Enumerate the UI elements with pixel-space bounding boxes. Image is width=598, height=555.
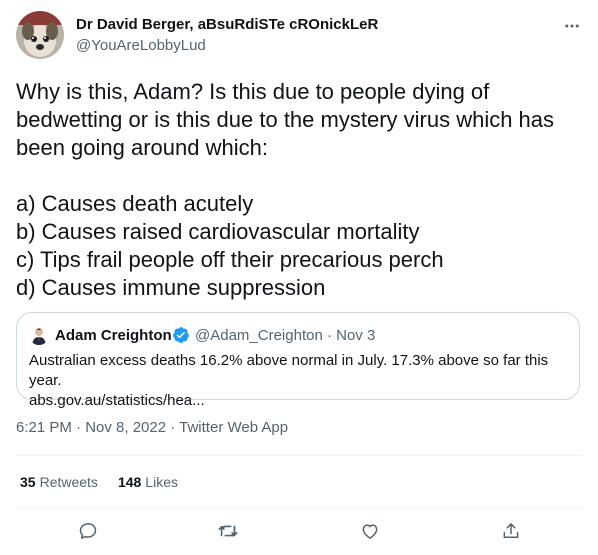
quoted-tweet[interactable]: Adam Creighton @Adam_Creighton · Nov 3 A… (16, 312, 580, 409)
tweet-line: been going around which: (16, 135, 268, 160)
verified-badge-icon (172, 326, 190, 344)
tweet-list-item: a) Causes death acutely (16, 191, 254, 216)
author-handle[interactable]: @YouAreLobbyLud (76, 37, 206, 54)
author-name[interactable]: Dr David Berger, aBsuRdiSTe cROnickLeR (76, 16, 378, 33)
tweet-list: a) Causes death acutely b) Causes raised… (16, 190, 586, 302)
quoted-handle-date[interactable]: @Adam_Creighton · Nov 3 (195, 327, 375, 344)
more-icon[interactable] (562, 16, 582, 36)
retweets-stat[interactable]: 35 Retweets (20, 474, 98, 490)
tweet-paragraph: Why is this, Adam? Is this due to people… (16, 78, 586, 162)
tweet: Dr David Berger, aBsuRdiSTe cROnickLeR @… (0, 0, 598, 555)
tweet-line: Why is this, Adam? Is this due to people… (16, 79, 490, 104)
quoted-link[interactable]: abs.gov.au/statistics/hea... (29, 391, 574, 411)
author-avatar[interactable] (16, 11, 64, 59)
divider (16, 508, 582, 509)
likes-stat[interactable]: 148 Likes (118, 474, 178, 490)
tweet-line: bedwetting or is this due to the mystery… (16, 107, 555, 132)
likes-count: 148 (117, 474, 142, 490)
like-icon[interactable] (359, 520, 381, 542)
tweet-stats: 35 Retweets 148 Likes (20, 474, 178, 490)
retweets-label: Retweets (39, 474, 98, 490)
reply-icon[interactable] (77, 520, 99, 542)
likes-label: Likes (145, 474, 178, 490)
tweet-list-item: c) Tips frail people off their precariou… (16, 247, 444, 272)
quoted-text: Australian excess deaths 16.2% above nor… (29, 351, 574, 411)
quoted-body: Australian excess deaths 16.2% above nor… (29, 352, 549, 389)
tweet-text: Why is this, Adam? Is this due to people… (16, 78, 586, 302)
retweet-icon[interactable] (217, 520, 239, 542)
quoted-author-avatar[interactable] (29, 325, 49, 345)
dog-avatar-icon (16, 11, 64, 59)
tweet-timestamp[interactable]: 6:21 PM · Nov 8, 2022 · Twitter Web App (16, 419, 288, 436)
share-icon[interactable] (500, 520, 522, 542)
retweets-count: 35 (20, 474, 36, 490)
quoted-author-name[interactable]: Adam Creighton (55, 327, 172, 344)
tweet-list-item: d) Causes immune suppression (16, 275, 326, 300)
person-avatar-icon (29, 325, 49, 345)
tweet-list-item: b) Causes raised cardiovascular mortalit… (16, 219, 420, 244)
divider (16, 455, 582, 456)
